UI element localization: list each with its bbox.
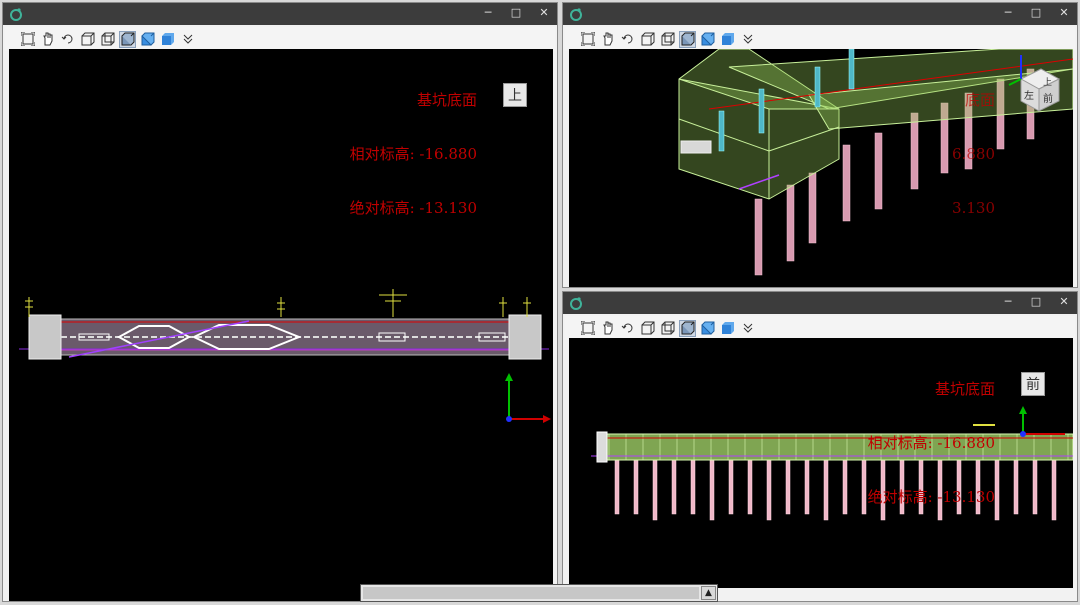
top-right-window-titlebar[interactable]: ─ □ ✕ — [563, 3, 1077, 25]
minimize-button[interactable]: ─ — [1001, 294, 1015, 310]
solid-box-icon[interactable] — [719, 31, 736, 48]
view-cube-front-button[interactable]: 前 — [1021, 372, 1045, 396]
pile — [614, 459, 620, 515]
foundation-label: 基坑底面 — [416, 91, 477, 109]
pile — [652, 459, 658, 521]
top-right-view-toolbar — [565, 27, 1075, 51]
left-window-titlebar[interactable]: ─ □ ✕ — [3, 3, 557, 25]
solid-box-icon[interactable] — [159, 31, 176, 48]
close-button[interactable]: ✕ — [1057, 5, 1071, 21]
pile — [1032, 459, 1038, 515]
pile — [994, 459, 1000, 521]
more-chevron-icon[interactable] — [739, 320, 756, 337]
maximize-button[interactable]: □ — [1029, 5, 1043, 21]
left-view-window: ─ □ ✕ 基坑底面 相对标高: -16.880 绝对标高: -13.130 上 — [2, 2, 558, 602]
shaded-box-icon[interactable] — [699, 320, 716, 337]
pile — [823, 459, 829, 521]
top-right-elevation-info: 底面 6.880 3.130 — [952, 55, 995, 253]
shaded-box-icon[interactable] — [699, 31, 716, 48]
zoom-extents-icon[interactable] — [579, 31, 596, 48]
absolute-elevation-text: 3.130 — [952, 199, 995, 217]
solid-box-icon[interactable] — [719, 320, 736, 337]
close-button[interactable]: ✕ — [537, 5, 551, 21]
pile — [785, 459, 791, 515]
wireframe-box-icon[interactable] — [79, 31, 96, 48]
hidden-line-box-icon[interactable] — [659, 31, 676, 48]
left-view-toolbar — [5, 27, 555, 51]
bottom-right-window-titlebar[interactable]: ─ □ ✕ — [563, 292, 1077, 314]
bottom-right-elevation-info: 基坑底面 相对标高: -16.880 绝对标高: -13.130 — [868, 344, 995, 542]
app-logo-icon — [570, 297, 582, 310]
absolute-elevation-text: 绝对标高: -13.130 — [867, 488, 995, 506]
close-button[interactable]: ✕ — [1057, 294, 1071, 310]
pile — [690, 459, 696, 515]
minimize-button[interactable]: ─ — [1001, 5, 1015, 21]
scrollbar-thumb[interactable] — [363, 587, 699, 599]
pile — [804, 459, 810, 515]
foundation-label: 底面 — [964, 91, 995, 109]
view-cube-top-face-icon: 上 — [1043, 77, 1052, 88]
foundation-label: 基坑底面 — [934, 380, 995, 398]
zoom-extents-icon[interactable] — [579, 320, 596, 337]
shaded-box-icon[interactable] — [139, 31, 156, 48]
scroll-up-arrow-icon[interactable]: ▲ — [701, 586, 716, 600]
pan-hand-icon[interactable] — [599, 320, 616, 337]
hidden-line-box-icon[interactable] — [659, 320, 676, 337]
maximize-button[interactable]: □ — [509, 5, 523, 21]
more-chevron-icon[interactable] — [739, 31, 756, 48]
wireframe-box-icon[interactable] — [639, 31, 656, 48]
zoom-extents-icon[interactable] — [19, 31, 36, 48]
horizontal-scrollbar[interactable]: ▲ — [360, 584, 718, 602]
pile — [842, 459, 848, 515]
front-view-model — [591, 406, 1073, 521]
app-logo-icon — [10, 8, 22, 21]
top-right-view-window: ─ □ ✕ 上 左 前 底面 6.880 3.130 — [562, 2, 1078, 288]
maximize-button[interactable]: □ — [1029, 294, 1043, 310]
left-elevation-info: 基坑底面 相对标高: -16.880 绝对标高: -13.130 — [350, 55, 477, 253]
shaded-edges-box-icon[interactable] — [119, 30, 136, 48]
pile — [747, 459, 753, 515]
rotate-icon[interactable] — [619, 31, 636, 48]
shaded-edges-box-icon[interactable] — [679, 319, 696, 337]
rotate-icon[interactable] — [59, 31, 76, 48]
view-cube-top-button[interactable]: 上 — [503, 83, 527, 107]
absolute-elevation-text: 绝对标高: -13.130 — [349, 199, 477, 217]
pile — [709, 459, 715, 521]
bottom-right-3d-viewport[interactable]: 基坑底面 相对标高: -16.880 绝对标高: -13.130 前 — [569, 338, 1073, 588]
app-logo-icon — [570, 8, 582, 21]
more-chevron-icon[interactable] — [179, 31, 196, 48]
top-right-3d-viewport[interactable]: 上 左 前 底面 6.880 3.130 — [569, 49, 1073, 287]
minimize-button[interactable]: ─ — [481, 5, 495, 21]
pile — [728, 459, 734, 515]
isometric-model: 上 左 前 — [678, 49, 1073, 276]
rotate-icon[interactable] — [619, 320, 636, 337]
view-cube-left-face-icon: 左 — [1024, 89, 1034, 102]
left-3d-viewport[interactable]: 基坑底面 相对标高: -16.880 绝对标高: -13.130 上 — [9, 49, 553, 601]
view-cube-front-face-icon: 前 — [1043, 92, 1053, 105]
relative-elevation-text: 相对标高: -16.880 — [349, 145, 477, 163]
relative-elevation-text: 6.880 — [952, 145, 995, 163]
pile — [1013, 459, 1019, 515]
pile — [861, 459, 867, 515]
pile — [766, 459, 772, 521]
relative-elevation-text: 相对标高: -16.880 — [867, 434, 995, 452]
shaded-edges-box-icon[interactable] — [679, 30, 696, 48]
pile — [633, 459, 639, 515]
bottom-right-view-window: ─ □ ✕ 基坑底面 相对标高: -16.880 绝对标高: -13.130 前 — [562, 291, 1078, 602]
pan-hand-icon[interactable] — [599, 31, 616, 48]
hidden-line-box-icon[interactable] — [99, 31, 116, 48]
pan-hand-icon[interactable] — [39, 31, 56, 48]
pile — [1051, 459, 1057, 521]
wireframe-box-icon[interactable] — [639, 320, 656, 337]
pile — [671, 459, 677, 515]
bottom-right-view-toolbar — [565, 316, 1075, 340]
